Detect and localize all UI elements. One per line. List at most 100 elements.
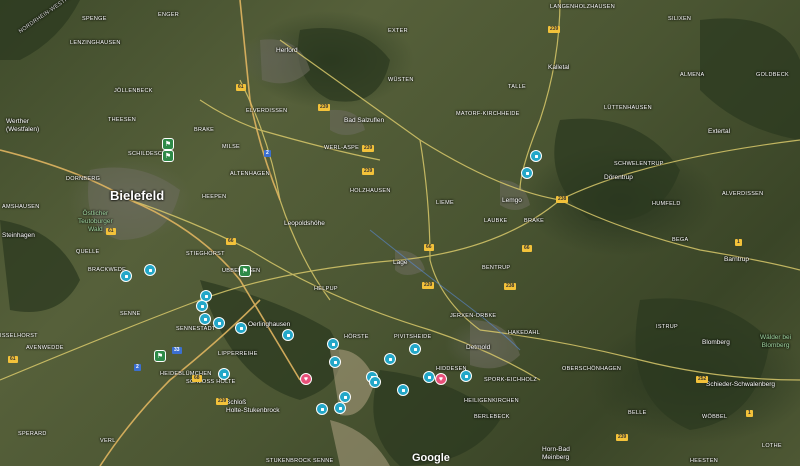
place-label-heiligenkirchen: HEILIGENKIRCHEN — [464, 398, 519, 404]
town-label-lemgo: Lemgo — [502, 197, 522, 204]
place-label-berlebeck: BERLEBECK — [474, 414, 510, 420]
blue-circle-marker[interactable] — [521, 167, 533, 179]
place-label-hakedahl: HAKEDAHL — [508, 330, 541, 336]
blue-circle-marker[interactable] — [530, 150, 542, 162]
place-label-heesten: HEESTEN — [690, 458, 719, 464]
town-label-lage: Lage — [393, 259, 408, 266]
town-label-leopoldshoehe: Leopoldshöhe — [284, 220, 325, 227]
satellite-map[interactable]: NORDRHEIN-WESTFALEN SPENGE ENGER LENZING… — [0, 0, 800, 466]
place-label-wusten: WÜSTEN — [388, 77, 414, 83]
road-shield: 239 — [616, 434, 629, 441]
blue-circle-marker[interactable] — [460, 370, 472, 382]
blue-circle-marker[interactable] — [213, 317, 225, 329]
place-label-alverdissen: ALVERDISSEN — [722, 191, 764, 197]
place-label-jollenbeck: JÖLLENBECK — [114, 88, 153, 94]
blue-circle-marker[interactable] — [120, 270, 132, 282]
place-label-heideblumchen: HEIDEBLÜMCHEN — [160, 371, 212, 377]
place-label-stukenbrock: STUKENBROCK SENNE — [266, 458, 334, 464]
place-label-bega: BEGA — [672, 237, 689, 243]
blue-circle-marker[interactable] — [235, 322, 247, 334]
place-label-amshausen: AMSHAUSEN — [2, 204, 40, 210]
place-label-istrup: ISTRUP — [656, 324, 678, 330]
place-label-lenzinghausen: LENZINGHAUSEN — [70, 40, 121, 46]
pink-heart-marker[interactable] — [435, 373, 447, 385]
green-flag-marker[interactable] — [162, 138, 174, 150]
blue-circle-marker[interactable] — [327, 338, 339, 350]
place-label-werl-aspe: WERL-ASPE — [324, 145, 360, 151]
place-label-theesen: THEESEN — [108, 117, 137, 123]
blue-circle-marker[interactable] — [144, 264, 156, 276]
town-label-horn: Horn-Bad Meinberg — [542, 446, 570, 461]
place-label-lothe: LOTHE — [762, 443, 782, 449]
place-label-luttenhausen: LÜTTENHAUSEN — [604, 105, 652, 111]
road-shield: 239 — [362, 168, 375, 175]
town-label-doerentrup: Dörentrup — [604, 174, 633, 181]
blue-circle-marker[interactable] — [334, 402, 346, 414]
blue-circle-marker[interactable] — [409, 343, 421, 355]
blue-circle-marker[interactable] — [196, 300, 208, 312]
place-label-belle: BELLE — [628, 410, 647, 416]
place-label-sennestadt: SENNESTADT — [176, 326, 216, 332]
town-label-herford: Herford — [276, 47, 298, 54]
place-label-avenwedde: AVENWEDDE — [26, 345, 64, 351]
place-label-exter: EXTER — [388, 28, 408, 34]
green-flag-marker[interactable] — [239, 265, 251, 277]
pink-heart-marker[interactable] — [300, 373, 312, 385]
place-label-talle: TALLE — [508, 84, 526, 90]
road-shield: 1 — [735, 239, 742, 246]
blue-circle-marker[interactable] — [423, 371, 435, 383]
place-label-verl: VERL — [100, 438, 116, 444]
place-label-dornberg: DORNBERG — [66, 176, 101, 182]
road-shield: 61 — [106, 228, 116, 235]
road-shield: 239 — [362, 145, 375, 152]
place-label-goldbeck: GOLDBECK — [756, 72, 789, 78]
town-label-schieder: Schieder-Schwalenberg — [706, 381, 776, 388]
road-shield: 239 — [216, 398, 229, 405]
road-shield: 66 — [522, 245, 532, 252]
road-shield: 252 — [696, 376, 709, 383]
town-label-barntrup: Barntrup — [724, 256, 749, 263]
green-flag-marker[interactable] — [154, 350, 166, 362]
road-shield: 61 — [8, 356, 18, 363]
place-label-lipperreihe: LIPPERREIHE — [218, 351, 258, 357]
motorway-shield: 2 — [264, 150, 271, 157]
town-label-steinhagen: Steinhagen — [2, 232, 35, 239]
town-label-blomberg: Blomberg — [702, 339, 730, 346]
place-label-humfeld: HUMFELD — [652, 201, 681, 207]
blue-circle-marker[interactable] — [329, 356, 341, 368]
city-label-bielefeld: Bielefeld — [110, 188, 165, 203]
place-label-enger: ENGER — [158, 12, 180, 18]
blue-circle-marker[interactable] — [384, 353, 396, 365]
blue-circle-marker[interactable] — [218, 368, 230, 380]
place-label-senne: SENNE — [120, 311, 141, 317]
place-label-jerxen: JERXEN-ORBKE — [450, 313, 497, 319]
place-label-altenhagen: ALTENHAGEN — [230, 171, 270, 177]
blue-circle-marker[interactable] — [199, 313, 211, 325]
place-label-silixen: SILIXEN — [668, 16, 692, 22]
place-label-elverdissen: ELVERDISSEN — [246, 108, 288, 114]
road-shield: 238 — [504, 283, 517, 290]
google-logo: Google — [412, 452, 450, 464]
town-label-oerlinghausen: Oerlinghausen — [248, 321, 291, 328]
road-shield: 68 — [192, 375, 202, 382]
place-label-laubke: LAUBKE — [484, 218, 508, 224]
blue-circle-marker[interactable] — [369, 376, 381, 388]
place-label-wobbel: WÖBBEL — [702, 414, 728, 420]
blue-circle-marker[interactable] — [397, 384, 409, 396]
motorway-shield: 33 — [172, 347, 182, 354]
blue-circle-marker[interactable] — [316, 403, 328, 415]
road-shield: 61 — [236, 84, 246, 91]
place-label-bentrup: BENTRUP — [482, 265, 511, 271]
place-label-milse: MILSE — [222, 144, 241, 150]
place-label-spenge: SPENGE — [82, 16, 107, 22]
green-flag-marker[interactable] — [162, 150, 174, 162]
place-label-almena: ALMENA — [680, 72, 705, 78]
place-label-quelle: QUELLE — [76, 249, 100, 255]
road-shield: 239 — [422, 282, 435, 289]
town-label-extertal: Extertal — [708, 128, 731, 135]
road-shield: 238 — [556, 196, 569, 203]
place-label-lieme: LIEME — [436, 200, 455, 206]
road-shield: 239 — [318, 104, 331, 111]
blue-circle-marker[interactable] — [282, 329, 294, 341]
place-label-holzhausen: HOLZHAUSEN — [350, 188, 391, 194]
